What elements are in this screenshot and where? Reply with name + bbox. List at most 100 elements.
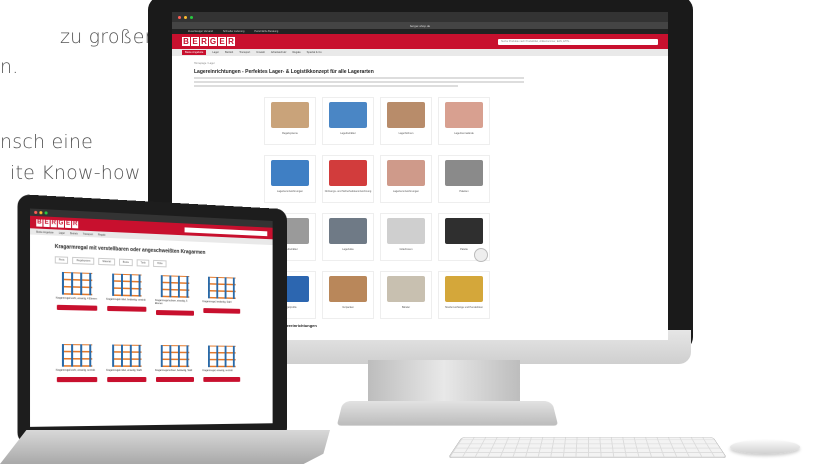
nav-item[interactable]: Lager bbox=[212, 51, 219, 54]
category-tile[interactable]: Lagerkiste bbox=[322, 213, 374, 261]
category-tile[interactable]: Regalsysteme bbox=[264, 97, 316, 145]
page-content: Homepage / Lager Lagereinrichtungen - Pe… bbox=[172, 56, 668, 87]
category-image bbox=[387, 218, 425, 244]
nav-item[interactable]: Beste Angebote bbox=[182, 50, 206, 55]
address-bar[interactable]: berger-shop.de bbox=[172, 22, 668, 29]
nav-item[interactable]: Spezial & Co bbox=[307, 51, 322, 54]
scene: zu großen, n. nsch eine ite Know-how ber… bbox=[0, 0, 825, 475]
add-to-cart-button[interactable] bbox=[156, 377, 194, 382]
filter-dropdown[interactable]: Breite bbox=[119, 259, 133, 267]
category-image bbox=[445, 276, 483, 302]
product-card[interactable]: Kragarmregal, einseitig, verzinkt bbox=[201, 345, 242, 408]
product-card[interactable]: Kragarmregal mittel, einseitig, Stahl bbox=[105, 344, 148, 409]
maximize-dot-icon[interactable] bbox=[190, 16, 193, 19]
maximize-dot-icon[interactable] bbox=[45, 211, 48, 214]
nav-item[interactable]: Regale bbox=[98, 233, 106, 236]
top-link[interactable]: Persönliche Beratung bbox=[254, 30, 278, 33]
nav-item[interactable]: Lager bbox=[59, 231, 65, 234]
search-input[interactable] bbox=[185, 227, 268, 236]
category-tile[interactable]: Streifenvorhänge und Pendeltüren bbox=[438, 271, 490, 319]
category-image bbox=[329, 102, 367, 128]
product-card[interactable]: Kragarmregal schwer, einseitig, 5 Ebenen bbox=[154, 275, 196, 340]
category-tile[interactable]: Ordnungs- und Sicherheitskennzeichnung bbox=[322, 155, 374, 203]
product-title[interactable]: Kragarmregal schwer, beidseitig, Stahl bbox=[155, 370, 195, 373]
laptop-base bbox=[0, 430, 330, 464]
add-to-cart-button[interactable] bbox=[203, 377, 240, 382]
trust-badge-icon[interactable] bbox=[474, 248, 488, 262]
product-title[interactable]: Kragarmregal leicht, einseitig, verzinkt bbox=[56, 370, 98, 373]
breadcrumb[interactable]: Homepage / Lager bbox=[194, 62, 658, 65]
product-title[interactable]: Kragarmregal schwer, einseitig, 5 Ebenen bbox=[155, 300, 195, 307]
add-to-cart-button[interactable] bbox=[107, 377, 146, 382]
logo-letter: R bbox=[72, 220, 78, 227]
product-title[interactable]: Kragarmregal, einseitig, verzinkt bbox=[202, 370, 241, 373]
category-image bbox=[445, 160, 483, 186]
add-to-cart-button[interactable] bbox=[203, 308, 240, 314]
product-grid: Kragarmregal leicht, einseitig, 4 Ebenen… bbox=[55, 272, 273, 410]
berger-logo[interactable]: B E R G E R bbox=[36, 219, 78, 228]
product-title[interactable]: Kragarmregal, beidseitig, Stahl bbox=[202, 301, 241, 305]
add-to-cart-button[interactable] bbox=[156, 310, 194, 316]
filter-dropdown[interactable]: Regalsystem bbox=[73, 257, 95, 265]
top-link[interactable]: Zuverlässiger Versand bbox=[188, 30, 213, 33]
close-dot-icon[interactable] bbox=[34, 211, 37, 214]
top-link[interactable]: Schneller Lieferung bbox=[223, 30, 245, 33]
nav-item[interactable]: Regale bbox=[292, 51, 300, 54]
minimize-dot-icon[interactable] bbox=[39, 211, 42, 214]
nav-item[interactable]: Transport bbox=[239, 51, 250, 54]
category-label: Lagerkiste bbox=[324, 248, 372, 251]
filter-dropdown[interactable]: Material bbox=[99, 258, 115, 266]
nav-item[interactable]: Beste Angebote bbox=[36, 230, 53, 234]
category-label: Gitterboxen bbox=[382, 248, 430, 251]
category-tile[interactable]: Verpacken bbox=[322, 271, 374, 319]
intro-text-placeholder bbox=[194, 77, 524, 87]
product-card[interactable]: Kragarmregal, beidseitig, Stahl bbox=[201, 276, 242, 340]
filter-dropdown[interactable]: Preis bbox=[55, 256, 69, 264]
category-image bbox=[329, 276, 367, 302]
search-input[interactable]: Suche Produkte nach Produkttitel, Artike… bbox=[498, 39, 658, 45]
category-image bbox=[445, 218, 483, 244]
category-tile[interactable]: Lagertrennwände bbox=[438, 97, 490, 145]
add-to-cart-button[interactable] bbox=[57, 305, 97, 311]
laptop-page-title: Kragarmregal mit verstellbaren oder ange… bbox=[55, 244, 273, 259]
nav-item[interactable]: Arbeitsschutz bbox=[271, 51, 287, 54]
nav-item[interactable]: Transport bbox=[83, 232, 93, 236]
keyboard bbox=[448, 437, 728, 458]
main-nav: Beste Angebote Lager Betrieb Transport U… bbox=[172, 49, 668, 56]
logo-letter: G bbox=[58, 220, 64, 228]
minimize-dot-icon[interactable] bbox=[184, 16, 187, 19]
product-title[interactable]: Kragarmregal mittel, einseitig, Stahl bbox=[106, 370, 147, 373]
category-tile[interactable]: Lagerbehälter bbox=[322, 97, 374, 145]
monitor-foot bbox=[337, 401, 558, 426]
category-tile[interactable]: Paletten bbox=[438, 155, 490, 203]
category-tile[interactable]: Lagerbühnen bbox=[380, 97, 432, 145]
category-image bbox=[271, 160, 309, 186]
add-to-cart-button[interactable] bbox=[57, 377, 97, 382]
category-tile[interactable]: Gitterboxen bbox=[380, 213, 432, 261]
logo-letter: R bbox=[51, 219, 57, 227]
logo-letter: B bbox=[36, 219, 42, 227]
category-image bbox=[387, 160, 425, 186]
laptop-screen: B E R G E R Beste Angebote Lager Betrieb… bbox=[30, 208, 273, 426]
close-dot-icon[interactable] bbox=[178, 16, 181, 19]
product-card[interactable]: Kragarmregal leicht, einseitig, verzinkt bbox=[55, 344, 99, 410]
filter-dropdown[interactable]: Höhe bbox=[153, 260, 166, 267]
category-tile[interactable]: Lagerkennzeichnungen bbox=[264, 155, 316, 203]
product-card[interactable]: Kragarmregal leicht, einseitig, 4 Ebenen bbox=[55, 272, 99, 339]
nav-item[interactable]: Betrieb bbox=[225, 51, 233, 54]
add-to-cart-button[interactable] bbox=[107, 306, 146, 312]
product-title[interactable]: Kragarmregal mittel, beidseitig, verzink… bbox=[106, 299, 147, 303]
nav-item[interactable]: Umwelt bbox=[256, 51, 265, 54]
more-heading: Weitere Lagereinrichtungen bbox=[264, 323, 668, 328]
filter-dropdown[interactable]: Tiefe bbox=[137, 259, 150, 266]
category-label: Lagerkennzeichnungen bbox=[266, 190, 314, 193]
product-title[interactable]: Kragarmregal leicht, einseitig, 4 Ebenen bbox=[56, 298, 98, 302]
berger-logo[interactable]: B E R G E R bbox=[182, 37, 235, 46]
product-card[interactable]: Kragarmregal schwer, beidseitig, Stahl bbox=[154, 345, 196, 409]
logo-letter: R bbox=[227, 37, 235, 46]
category-tile[interactable]: Lagerkennzeichnungen bbox=[380, 155, 432, 203]
nav-item[interactable]: Betrieb bbox=[70, 232, 78, 235]
logo-letter: R bbox=[200, 37, 208, 46]
category-tile[interactable]: Bänder bbox=[380, 271, 432, 319]
product-card[interactable]: Kragarmregal mittel, beidseitig, verzink… bbox=[105, 273, 148, 339]
